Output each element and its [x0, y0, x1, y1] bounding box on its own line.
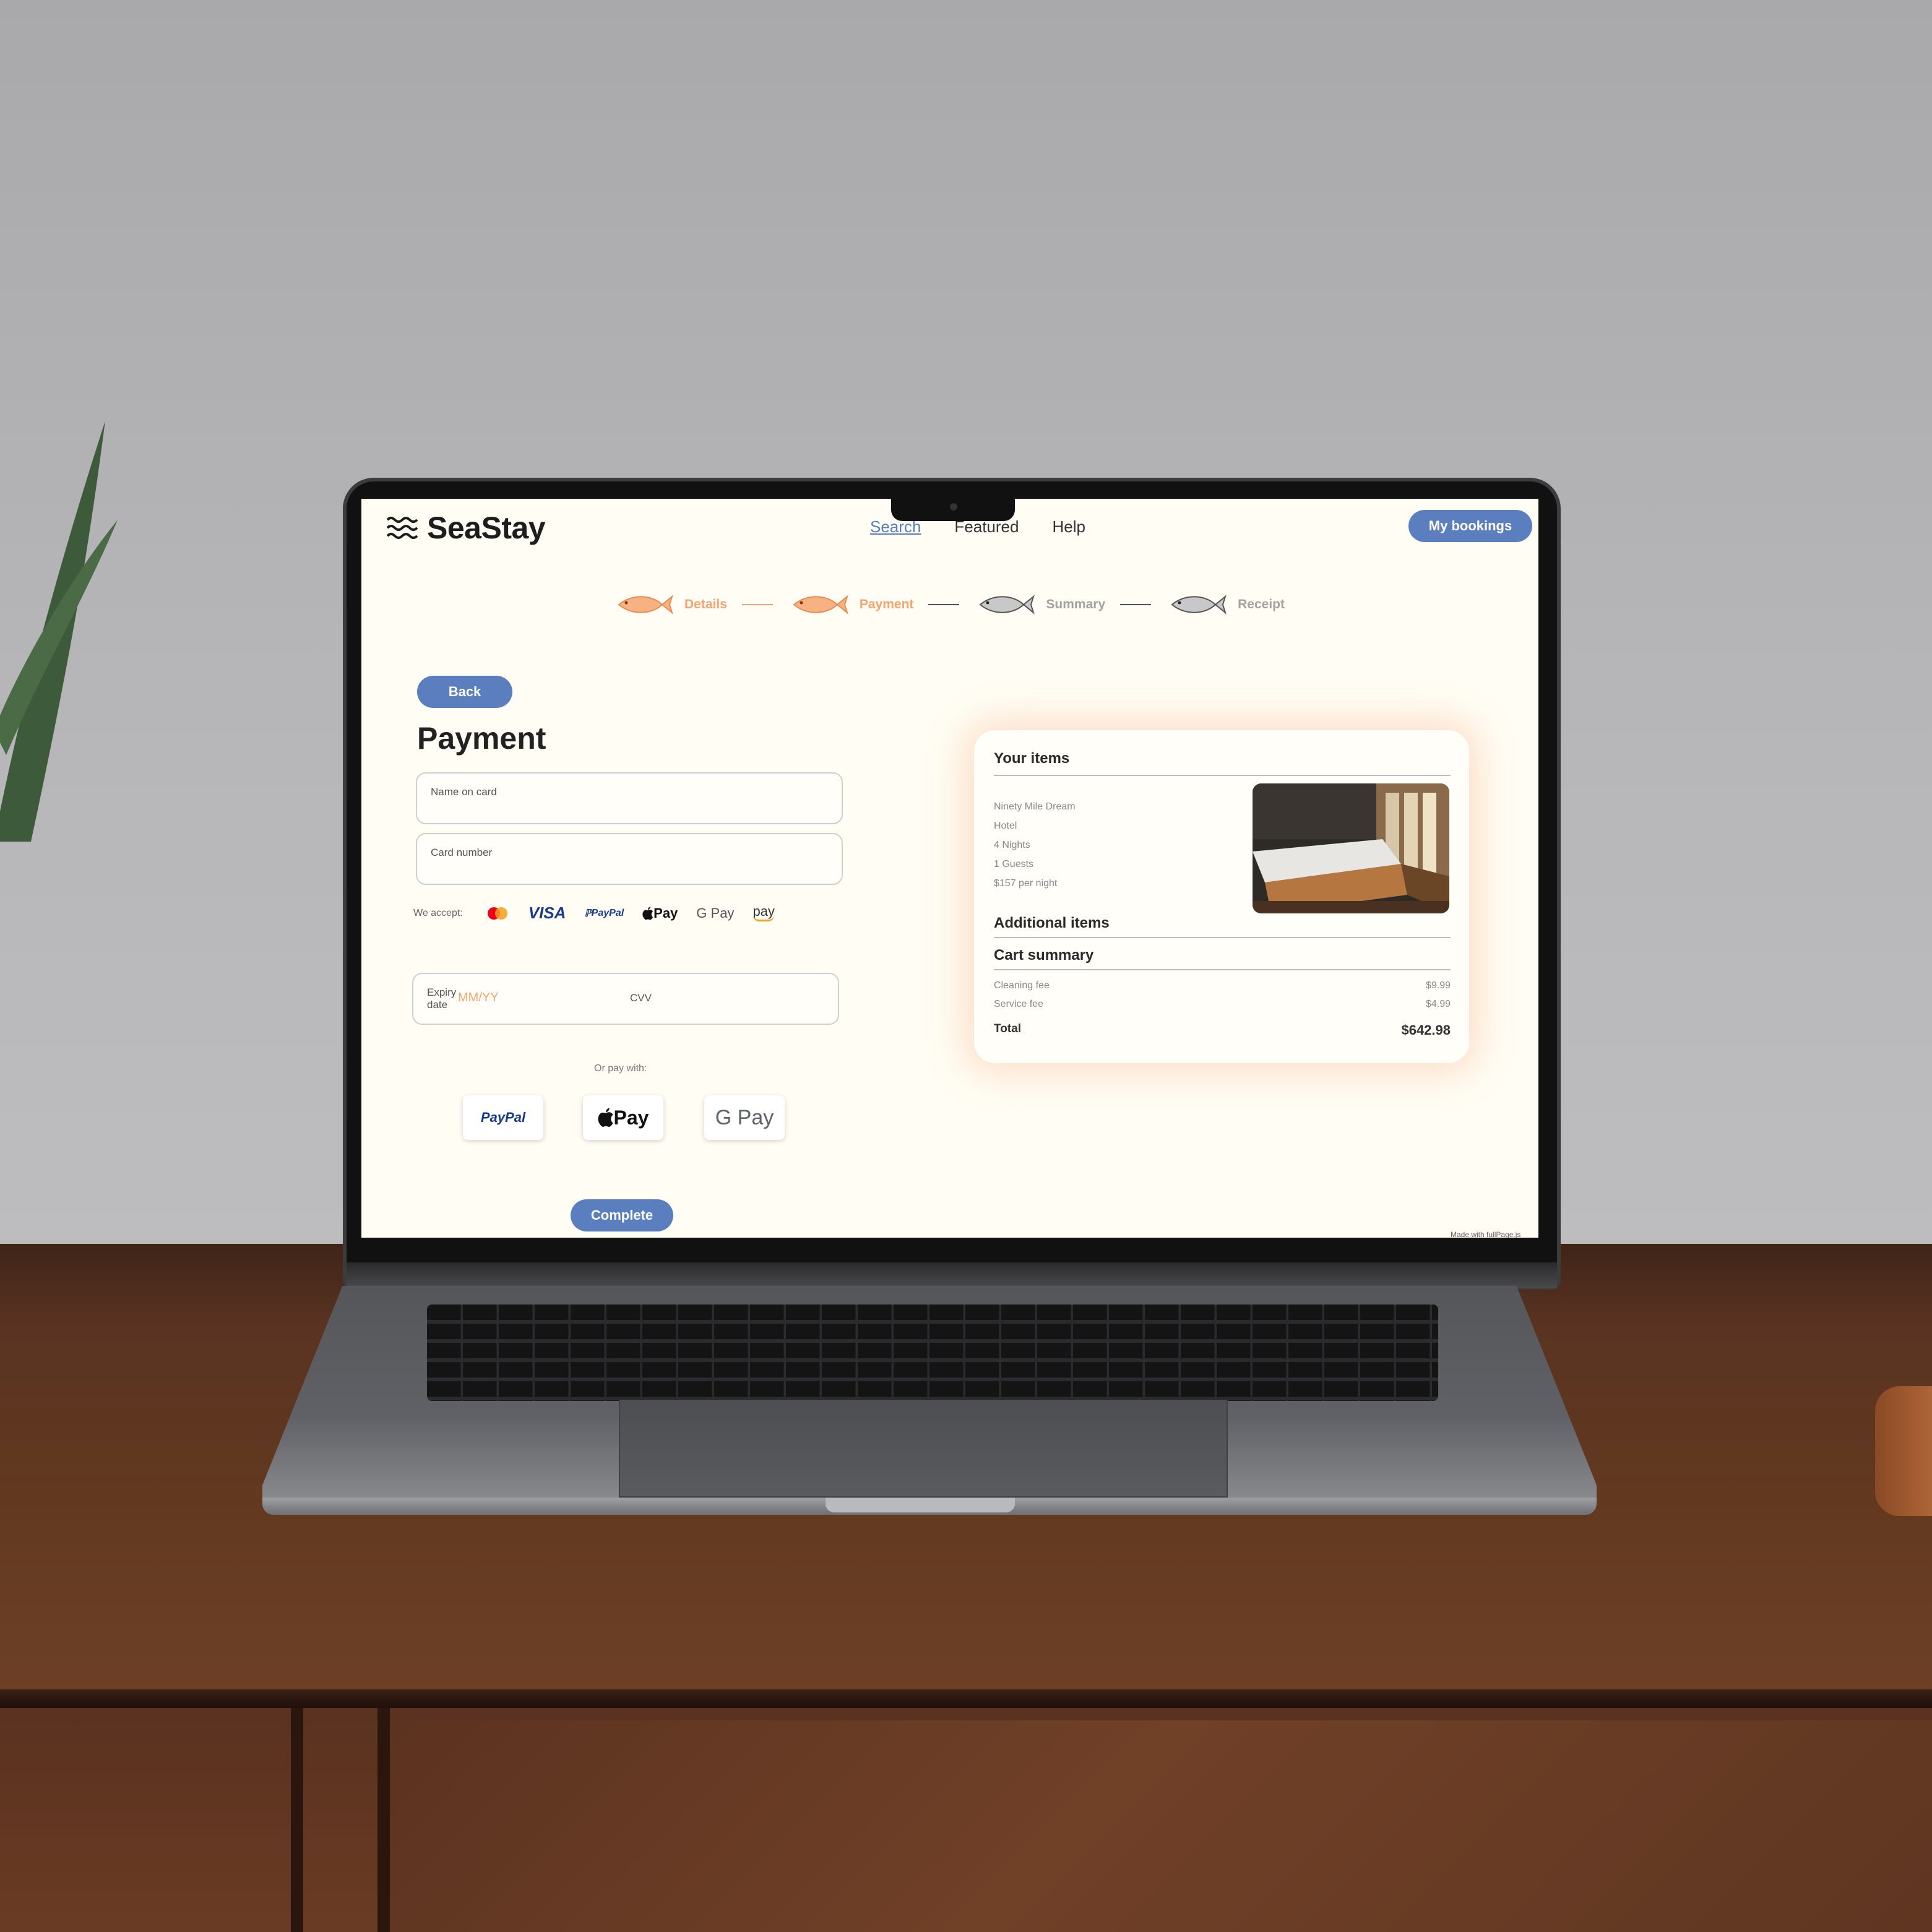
we-accept-label: We accept: — [413, 907, 463, 918]
paypal-button[interactable]: PayPal — [463, 1095, 543, 1140]
divider — [994, 969, 1451, 970]
fee-row: Cleaning fee $9.99 — [994, 980, 1451, 991]
item-type: Hotel — [994, 821, 1017, 831]
brand-logo[interactable]: SeaStay — [385, 510, 546, 546]
step-label: Summary — [1046, 597, 1106, 611]
trackpad[interactable] — [619, 1400, 1228, 1498]
item-guests: 1 Guests — [994, 859, 1034, 869]
apple-pay-button[interactable]: Pay — [583, 1095, 663, 1140]
nav-help[interactable]: Help — [1052, 517, 1085, 537]
visa-logo: VISA — [528, 903, 566, 922]
step-label: Details — [684, 597, 727, 611]
step-summary[interactable]: Summary — [974, 590, 1105, 619]
order-summary-card: Your items Ninety Mile Dream Hotel 4 Nig… — [974, 730, 1469, 1063]
page-title: Payment — [417, 721, 546, 756]
your-items-heading: Your items — [994, 750, 1070, 767]
back-button[interactable]: Back — [417, 676, 512, 708]
complete-button[interactable]: Complete — [571, 1199, 673, 1231]
name-on-card-label: Name on card — [431, 786, 497, 798]
or-pay-with-label: Or pay with: — [594, 1063, 647, 1074]
item-price: $157 per night — [994, 878, 1058, 889]
laptop-hinge — [347, 1262, 1557, 1288]
fish-icon — [1171, 595, 1227, 615]
amazon-pay-logo: pay — [753, 904, 775, 921]
paypal-text: PayPal — [591, 907, 624, 918]
google-pay-button[interactable]: G Pay — [704, 1095, 785, 1140]
step-label: Payment — [859, 597, 914, 611]
total-label: Total — [994, 1022, 1021, 1035]
divider — [994, 775, 1451, 776]
paypal-logo: ℙ PayPal — [584, 907, 624, 920]
checkout-stepper: Details Payment Summary Receipt — [613, 590, 1285, 619]
item-nights: 4 Nights — [994, 840, 1030, 850]
keyboard — [427, 1305, 1438, 1401]
fee-label: Service fee — [994, 999, 1044, 1009]
laptop-open-notch — [826, 1496, 1015, 1512]
card-number-field[interactable]: Card number — [416, 833, 843, 885]
apple-icon — [642, 906, 653, 920]
paypal-icon: ℙ — [584, 908, 592, 919]
fish-icon — [793, 595, 848, 615]
apple-pay-text: Pay — [653, 905, 678, 921]
step-details[interactable]: Details — [613, 590, 727, 619]
step-connector — [741, 604, 773, 605]
cart-summary-heading: Cart summary — [994, 947, 1094, 964]
name-on-card-field[interactable]: Name on card — [416, 772, 843, 824]
plant-image — [0, 421, 118, 842]
apple-icon — [598, 1108, 613, 1127]
my-bookings-button[interactable]: My bookings — [1408, 510, 1532, 542]
step-connector — [928, 604, 960, 605]
waves-icon — [386, 517, 418, 539]
fee-amount: $9.99 — [1425, 980, 1451, 991]
fee-amount: $4.99 — [1425, 999, 1451, 1009]
divider — [994, 937, 1451, 938]
step-payment[interactable]: Payment — [788, 590, 914, 619]
expiry-cvv-field[interactable]: Expiry date MM/YY CVV — [412, 973, 839, 1025]
desk-edge — [0, 1689, 1932, 1708]
google-pay-logo: G Pay — [696, 905, 735, 921]
total-amount: $642.98 — [1401, 1022, 1451, 1038]
drawer-gap — [291, 1708, 303, 1932]
accepted-methods: We accept: VISA ℙ PayPal Pay G Pay pay — [413, 903, 775, 923]
watermark: Made with fullPage.js — [1451, 1230, 1521, 1238]
step-label: Receipt — [1238, 597, 1285, 611]
fee-row: Service fee $4.99 — [994, 999, 1451, 1010]
fish-icon — [979, 595, 1035, 615]
fish-icon — [618, 595, 673, 615]
brand-name: SeaStay — [427, 511, 546, 545]
drawer-gap — [377, 1708, 390, 1932]
drawer-panel — [390, 1720, 1932, 1932]
item-details: Ninety Mile Dream Hotel 4 Nights 1 Guest… — [994, 797, 1076, 893]
book-image — [1875, 1386, 1932, 1516]
apple-pay-text: Pay — [613, 1106, 649, 1129]
additional-items-heading: Additional items — [994, 915, 1110, 931]
laptop-screen: SeaStay Search Featured Help My bookings… — [361, 499, 1538, 1238]
card-number-label: Card number — [431, 847, 493, 858]
cvv-input[interactable]: CVV — [630, 992, 652, 1004]
hotel-room-photo — [1253, 783, 1449, 913]
step-connector — [1120, 604, 1152, 605]
total-row: Total $642.98 — [994, 1022, 1451, 1038]
item-name: Ninety Mile Dream — [994, 801, 1076, 812]
camera-icon — [950, 503, 957, 511]
apple-pay-logo: Pay — [642, 905, 678, 921]
expiry-input[interactable]: MM/YY — [458, 991, 499, 1005]
fee-label: Cleaning fee — [994, 980, 1050, 991]
mastercard-icon — [487, 907, 507, 920]
amazon-smile-icon — [753, 915, 775, 921]
step-receipt[interactable]: Receipt — [1166, 590, 1285, 619]
